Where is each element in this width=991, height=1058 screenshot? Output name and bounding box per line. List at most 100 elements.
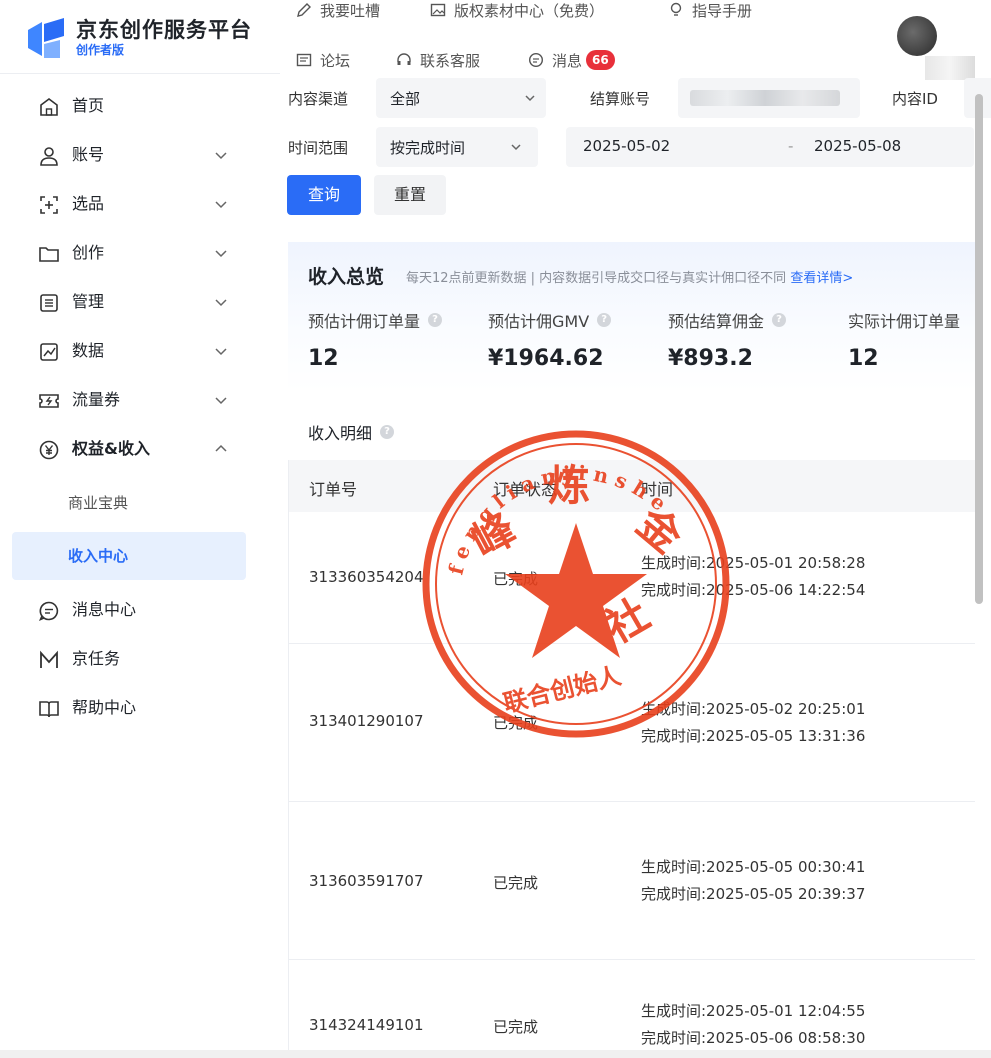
time-range-label: 时间范围 [288,139,349,157]
support-link[interactable]: 联系客服 [396,50,480,70]
table-row[interactable]: 313603591707 已完成 生成时间:2025-05-05 00:30:4… [289,802,975,960]
time-type-select[interactable]: 按完成时间 [376,127,538,167]
sidebar-label: 权益&收入 [72,439,150,458]
column-header-time: 时间 [641,480,674,499]
sidebar-subitem-income-center[interactable]: 收入中心 [12,532,246,580]
sidebar-item-home[interactable]: 首页 [12,82,246,130]
stat-label: 预估计佣GMV [488,312,590,331]
stat-est-order-count: 预估计佣订单量? 12 [308,308,443,371]
order-id: 313401290107 [309,712,424,730]
sidebar-label: 帮助中心 [72,698,137,717]
table-row[interactable]: 314324149101 已完成 生成时间:2025-05-01 12:04:5… [289,960,975,1058]
horizontal-scrollbar-track[interactable] [0,1050,991,1058]
help-icon[interactable]: ? [428,313,443,327]
completed-time: 完成时间:2025-05-05 20:39:37 [641,885,866,903]
folder-icon [39,247,59,262]
order-status: 已完成 [493,570,539,588]
created-time: 生成时间:2025-05-05 00:30:41 [641,858,866,876]
table-row[interactable]: 313360354204 已完成 生成时间:2025-05-01 20:58:2… [289,512,975,644]
sidebar-label: 账号 [72,145,105,164]
sidebar-item-create[interactable]: 创作 [12,229,246,277]
copyright-link[interactable]: 版权素材中心（免费） [430,0,604,20]
bulb-icon [670,2,682,16]
created-time: 生成时间:2025-05-01 20:58:28 [641,554,866,572]
sidebar-item-account[interactable]: 账号 [12,131,246,179]
stat-label: 预估计佣订单量 [308,312,421,331]
help-icon[interactable]: ? [380,425,395,439]
view-details-link[interactable]: 查看详情> [790,271,853,286]
sidebar-item-data[interactable]: 数据 [12,327,246,375]
account-value-blurred [690,90,840,106]
messages-link[interactable]: 消息 66 [528,50,615,70]
chart-icon [40,343,58,361]
task-icon [40,650,58,668]
sidebar-label: 消息中心 [72,600,137,619]
channel-label: 内容渠道 [288,90,349,108]
app-root: 京东创作服务平台 创作者版 我要吐槽 版权素材中心（免费） 指导手册 论坛 联系… [0,0,991,1058]
avatar[interactable] [897,16,937,56]
date-start-input[interactable]: 2025-05-02 [583,137,670,155]
channel-select[interactable]: 全部 [376,78,546,118]
chevron-down-icon [215,397,227,405]
sidebar-label: 选品 [72,194,105,213]
sidebar-item-jd-task[interactable]: 京任务 [12,635,246,683]
forum-icon [296,53,312,67]
vertical-scrollbar[interactable] [975,94,983,604]
guide-label: 指导手册 [692,1,753,20]
sidebar-label: 首页 [72,96,105,115]
completed-time: 完成时间:2025-05-05 13:31:36 [641,727,866,745]
brand-subtitle: 创作者版 [76,43,125,57]
forum-link[interactable]: 论坛 [296,50,350,70]
content-id-label: 内容ID [892,90,938,108]
stat-value: 12 [308,346,339,371]
query-button[interactable]: 查询 [287,175,361,215]
chat-icon [528,52,544,68]
main-content: 内容渠道 全部 结算账号 内容ID 时间范围 按完成时间 2025-05-02 … [270,74,991,1058]
sidebar: 首页 账号 选品 创作 管理 数据 流量券 权益&收入 商业宝典 收入中心 消息… [0,74,262,1058]
brand-title: 京东创作服务平台 [76,18,252,42]
chevron-down-icon [215,250,227,258]
chevron-down-icon [215,201,227,209]
jd-logo-icon [24,16,68,60]
table-row[interactable]: 313401290107 已完成 生成时间:2025-05-02 20:25:0… [289,644,975,802]
chevron-down-icon [511,144,521,151]
stat-est-gmv: 预估计佣GMV? ¥1964.62 [488,308,612,371]
support-label: 联系客服 [420,51,481,70]
sidebar-item-rights-income[interactable]: 权益&收入 [12,425,246,473]
sidebar-label: 流量券 [72,390,121,409]
add-product-icon [40,196,58,214]
sidebar-item-help-center[interactable]: 帮助中心 [12,684,246,732]
sidebar-item-message-center[interactable]: 消息中心 [12,586,246,634]
brand-logo[interactable]: 京东创作服务平台 创作者版 [24,12,274,64]
sidebar-item-selection[interactable]: 选品 [12,180,246,228]
detail-title: 收入明细 ? [308,420,395,444]
sidebar-label: 京任务 [72,649,121,668]
help-icon[interactable]: ? [772,313,787,327]
guide-link[interactable]: 指导手册 [668,0,752,20]
feedback-link[interactable]: 我要吐槽 [296,0,380,20]
chevron-down-icon [215,348,227,356]
yen-icon [39,440,59,460]
home-icon [40,98,58,116]
messages-label: 消息 [552,51,583,70]
date-separator: - [788,137,794,155]
created-time: 生成时间:2025-05-01 12:04:55 [641,1002,866,1020]
sidebar-subitem-business-guide[interactable]: 商业宝典 [12,479,246,527]
reset-button[interactable]: 重置 [374,175,446,215]
help-icon[interactable]: ? [597,313,612,327]
income-summary-card: 收入总览 每天12点前更新数据 | 内容数据引导成交口径与真实计佣口径不同 查看… [288,242,978,392]
list-icon [40,294,58,312]
date-range-picker[interactable]: 2025-05-02 - 2025-05-08 [566,127,974,167]
summary-note-text: 每天12点前更新数据 | 内容数据引导成交口径与真实计佣口径不同 [406,271,787,286]
sidebar-label: 管理 [72,292,105,311]
created-time: 生成时间:2025-05-02 20:25:01 [641,700,866,718]
chevron-down-icon [215,299,227,307]
stat-value: ¥893.2 [668,346,753,371]
account-input[interactable] [678,78,860,118]
feedback-label: 我要吐槽 [320,1,381,20]
account-label: 结算账号 [590,90,651,108]
completed-time: 完成时间:2025-05-06 08:58:30 [641,1029,866,1047]
date-end-input[interactable]: 2025-05-08 [814,137,901,155]
sidebar-item-manage[interactable]: 管理 [12,278,246,326]
sidebar-item-traffic-coupon[interactable]: 流量券 [12,376,246,424]
